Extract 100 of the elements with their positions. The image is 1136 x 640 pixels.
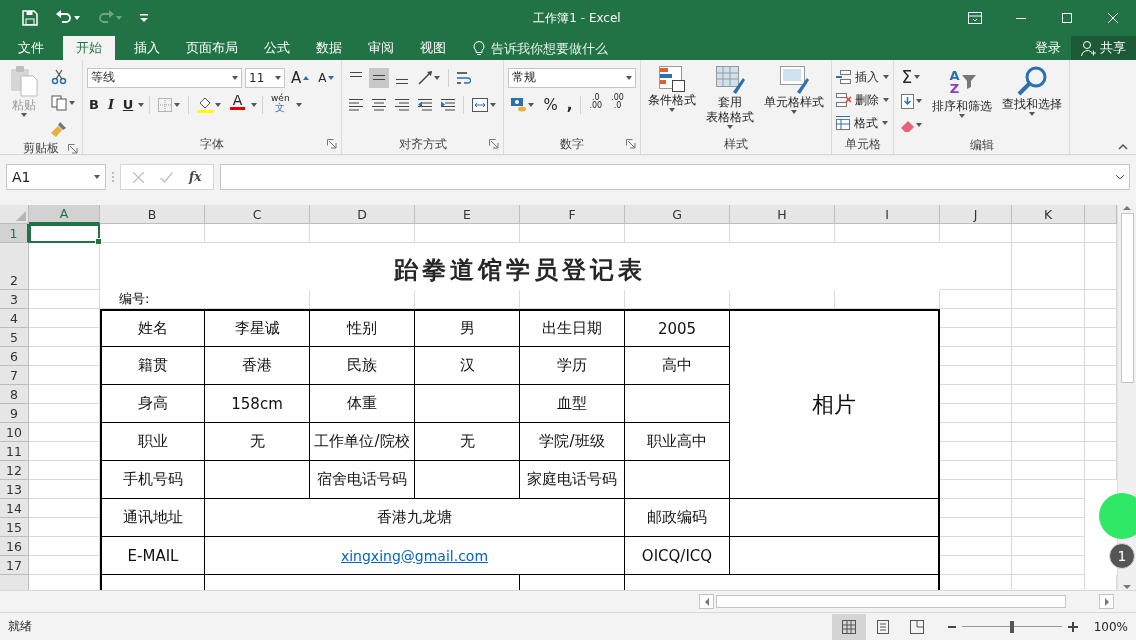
increase-decimal-button[interactable]: .0 .00	[586, 93, 606, 116]
row-header[interactable]: 6	[0, 347, 29, 366]
zoom-out-button[interactable]	[947, 625, 956, 628]
row-header[interactable]: 16	[0, 537, 29, 556]
row-header[interactable]: 4	[0, 309, 29, 328]
grid-cell[interactable]	[1012, 404, 1085, 423]
row-header[interactable]: 9	[0, 404, 29, 423]
font-dropdown[interactable]: 等线	[87, 67, 242, 88]
copy-button[interactable]	[48, 92, 78, 114]
column-header[interactable]: E	[415, 205, 520, 224]
collapse-ribbon-button[interactable]	[1118, 143, 1128, 150]
vertical-align-button[interactable]	[369, 67, 390, 88]
grid-cell[interactable]	[1012, 499, 1085, 518]
ribbon-tab[interactable]: 视图	[407, 36, 459, 60]
column-header[interactable]: C	[205, 205, 310, 224]
comma-button[interactable]: ,	[563, 93, 576, 116]
column-header[interactable]: D	[310, 205, 415, 224]
row-header[interactable]: 8	[0, 385, 29, 404]
font-color-button[interactable]: A	[227, 93, 248, 116]
ribbon-tab[interactable]: 公式	[251, 36, 303, 60]
row-header[interactable]	[0, 575, 29, 590]
grid-cell[interactable]	[1012, 461, 1085, 480]
ribbon-tab[interactable]: 插入	[121, 36, 173, 60]
column-header[interactable]: A	[29, 205, 100, 224]
grid-cell[interactable]	[1012, 243, 1085, 290]
underline-button[interactable]: U	[121, 93, 135, 116]
grid-cell[interactable]	[1012, 423, 1085, 442]
ribbon-tab[interactable]: 页面布局	[173, 36, 251, 60]
grid-cell[interactable]	[940, 290, 1012, 309]
phonetic-button[interactable]: wén 文	[268, 93, 293, 116]
row-header[interactable]: 11	[0, 442, 29, 461]
grid-cell[interactable]	[1012, 347, 1085, 366]
zoom-level[interactable]: 100%	[1093, 619, 1128, 634]
insert-cells-button[interactable]: 插入	[836, 66, 890, 88]
cell-styles-button[interactable]: 单元格样式	[761, 66, 828, 134]
row-header[interactable]: 14	[0, 499, 29, 518]
view-button[interactable]	[831, 613, 866, 640]
column-header[interactable]: B	[100, 205, 205, 224]
dialog-launcher[interactable]	[489, 139, 500, 149]
grid-cell[interactable]	[1012, 442, 1085, 461]
italic-button[interactable]: I	[104, 93, 118, 116]
row-header[interactable]: 12	[0, 461, 29, 480]
number-format-dropdown[interactable]: 常规	[508, 67, 637, 88]
email-link[interactable]: xingxing@gmail.com	[340, 547, 489, 564]
font-size-dropdown[interactable]: 11	[245, 67, 285, 88]
horizontal-scrollbar[interactable]	[699, 593, 1114, 610]
row-header[interactable]: 1	[0, 224, 29, 243]
cancel-button[interactable]	[133, 171, 144, 183]
dialog-launcher[interactable]	[327, 139, 338, 149]
grid-cell[interactable]	[1012, 224, 1085, 243]
column-header[interactable]: F	[520, 205, 625, 224]
format-as-table-button[interactable]: 套用 表格格式	[703, 66, 758, 134]
row-header[interactable]: 13	[0, 480, 29, 499]
grid-cell[interactable]	[1012, 328, 1085, 347]
row-header[interactable]: 2	[0, 243, 29, 290]
bold-button[interactable]: B	[87, 93, 101, 116]
grid-cell[interactable]	[1012, 385, 1085, 404]
row-header[interactable]: 3	[0, 290, 29, 309]
percent-button[interactable]: %	[540, 93, 561, 116]
format-cells-button[interactable]: 格式	[836, 112, 890, 134]
dialog-launcher[interactable]	[68, 143, 78, 154]
column-header[interactable]: J	[940, 205, 1012, 224]
row-header[interactable]: 15	[0, 518, 29, 537]
name-box[interactable]: A1	[6, 164, 106, 190]
grid-cell[interactable]	[1012, 518, 1085, 537]
autosum-button[interactable]: Σ	[898, 66, 926, 88]
find-select-button[interactable]: 查找和选择	[999, 66, 1066, 136]
row-header[interactable]: 10	[0, 423, 29, 442]
column-header[interactable]: I	[835, 205, 940, 224]
grid-cell[interactable]	[940, 224, 1012, 243]
grid-cell[interactable]	[1012, 309, 1085, 328]
sign-in-link[interactable]: 登录	[1035, 39, 1061, 57]
column-header[interactable]	[1085, 205, 1117, 224]
grid-cell[interactable]	[1012, 556, 1085, 575]
shrink-font-button[interactable]: A	[315, 66, 338, 89]
ribbon-tab[interactable]: 审阅	[355, 36, 407, 60]
sort-filter-button[interactable]: A Z 排序和筛选	[929, 66, 996, 136]
formula-input[interactable]	[220, 164, 1130, 190]
conditional-format-button[interactable]: 条件格式	[645, 66, 700, 134]
cell-cursor[interactable]	[29, 224, 100, 243]
grid-cell[interactable]	[1012, 537, 1085, 556]
column-header[interactable]: G	[625, 205, 730, 224]
insert-function-button[interactable]: fx	[189, 170, 202, 184]
grid-cell[interactable]	[1012, 366, 1085, 385]
ribbon-tab[interactable]: 开始	[63, 36, 115, 60]
row-header[interactable]: 17	[0, 556, 29, 575]
grid-cell[interactable]	[1012, 290, 1085, 309]
ribbon-tab[interactable]: 文件	[0, 36, 57, 60]
decrease-decimal-button[interactable]: .00 .0	[608, 93, 627, 116]
enter-button[interactable]	[160, 171, 173, 183]
column-header[interactable]: H	[730, 205, 835, 224]
row-header[interactable]: 7	[0, 366, 29, 385]
select-all-button[interactable]	[0, 205, 29, 224]
grow-font-button[interactable]: A	[288, 66, 313, 89]
delete-cells-button[interactable]: 删除	[836, 89, 890, 111]
dialog-launcher[interactable]	[626, 139, 637, 149]
tell-me-field[interactable]: 告诉我你想要做什么	[473, 36, 643, 60]
row-header[interactable]: 5	[0, 328, 29, 347]
grid-cell[interactable]	[1012, 480, 1085, 499]
share-button[interactable]: 共享	[1071, 36, 1136, 60]
